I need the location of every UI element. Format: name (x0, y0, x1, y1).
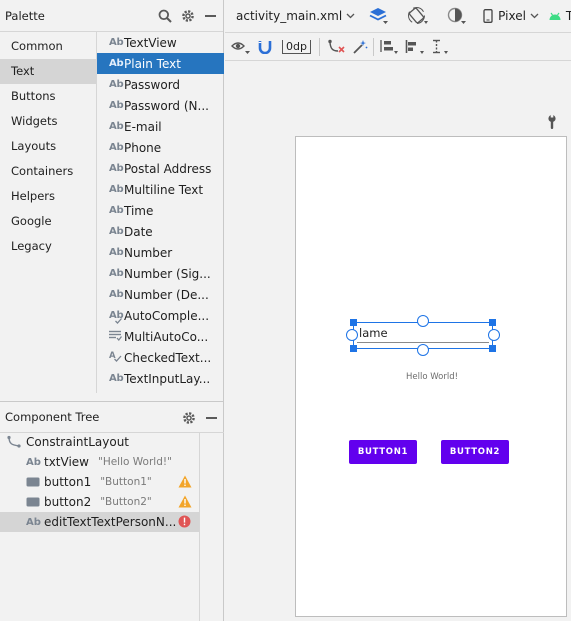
category-layouts[interactable]: Layouts (0, 134, 96, 159)
pack-icon[interactable] (379, 39, 399, 55)
component-tree-header: Component Tree (0, 401, 224, 433)
resize-handle[interactable] (350, 345, 357, 352)
widget-autocomplete[interactable]: Ab AutoComple... (97, 305, 224, 326)
api-level-selector[interactable]: T (548, 9, 571, 23)
widget-plain-text[interactable]: Ab Plain Text (97, 53, 224, 74)
minimize-icon[interactable] (205, 411, 218, 425)
edittext-value: lame (359, 326, 388, 340)
category-widgets[interactable]: Widgets (0, 109, 96, 134)
widget-multiline-text[interactable]: Ab Multiline Text (97, 179, 224, 200)
phone-icon (483, 9, 493, 23)
constraint-anchor[interactable] (346, 329, 358, 341)
constraint-anchor[interactable] (417, 344, 429, 356)
clear-constraints-icon[interactable] (327, 39, 345, 55)
category-legacy[interactable]: Legacy (0, 234, 96, 259)
gear-icon[interactable] (182, 411, 196, 425)
tree-node-txtview[interactable]: Ab txtView "Hello World!" (0, 452, 224, 472)
tree-node-label: ConstraintLayout (26, 435, 130, 449)
widget-phone[interactable]: Ab Phone (97, 137, 224, 158)
tree-node-label: editTextTextPersonN... (44, 515, 177, 529)
widget-time[interactable]: Ab Time (97, 200, 224, 221)
widget-postal-address[interactable]: Ab Postal Address (97, 158, 224, 179)
widget-email[interactable]: Ab E-mail (97, 116, 224, 137)
tree-node-hint: "Button1" (100, 476, 152, 488)
resize-handle[interactable] (489, 319, 496, 326)
left-panel: Palette Common Text Buttons Widgets Layo… (0, 0, 224, 621)
button2-preview[interactable]: BUTTON2 (441, 440, 509, 464)
palette-header: Palette (0, 0, 223, 32)
tree-node-hint: "Hello World!" (98, 456, 172, 468)
tree-node-button1[interactable]: button1 "Button1" (0, 472, 224, 492)
widget-checkedtextview[interactable]: A CheckedText... (97, 347, 224, 368)
tree-node-hint: "Button2" (100, 496, 152, 508)
editor-top-toolbar: activity_main.xml Pixel T (225, 0, 571, 33)
minimize-icon[interactable] (204, 9, 217, 23)
widget-textview[interactable]: Ab TextView (97, 32, 224, 53)
layout-toolbar: 0dp (225, 33, 571, 61)
file-selector[interactable]: activity_main.xml (236, 9, 355, 23)
toolbar-separator (318, 37, 320, 56)
android-icon (549, 12, 561, 20)
gear-icon[interactable] (181, 9, 195, 23)
widget-password-numeric[interactable]: Ab Password (N... (97, 95, 224, 116)
guidelines-icon[interactable] (430, 39, 450, 55)
category-common[interactable]: Common (0, 34, 96, 59)
tree-node-label: txtView (44, 455, 89, 469)
resize-handle[interactable] (489, 345, 496, 352)
wrench-icon[interactable] (545, 114, 559, 130)
widget-number-signed[interactable]: Ab Number (Sig... (97, 263, 224, 284)
baseline (357, 342, 489, 343)
widget-number-decimal[interactable]: Ab Number (De... (97, 284, 224, 305)
design-surface-icon[interactable] (369, 7, 389, 25)
constraint-anchor[interactable] (417, 315, 429, 327)
widget-multiautocomplete[interactable]: MultiAutoCo... (97, 326, 224, 347)
autocomplete-icon: Ab (109, 310, 124, 324)
palette-body: Common Text Buttons Widgets Layouts Cont… (0, 32, 224, 393)
eye-icon[interactable] (231, 40, 251, 54)
night-mode-icon[interactable] (447, 7, 467, 25)
tree-node-constraintlayout[interactable]: ConstraintLayout (0, 432, 224, 452)
button-icon (26, 477, 44, 487)
category-containers[interactable]: Containers (0, 159, 96, 184)
tree-node-button2[interactable]: button2 "Button2" (0, 492, 224, 512)
constraint-anchor[interactable] (488, 329, 500, 341)
orientation-icon[interactable] (407, 7, 429, 25)
tree-node-edittext[interactable]: Ab editTextTextPersonN... (0, 512, 199, 532)
category-buttons[interactable]: Buttons (0, 84, 96, 109)
component-tree-title: Component Tree (5, 410, 100, 424)
resize-handle[interactable] (350, 319, 357, 326)
align-icon[interactable] (405, 39, 425, 55)
constraint-layout-icon (7, 435, 21, 449)
default-margin-field[interactable]: 0dp (282, 39, 311, 54)
category-text[interactable]: Text (0, 59, 96, 84)
widget-password[interactable]: Ab Password (97, 74, 224, 95)
widget-textinputlayout[interactable]: Ab TextInputLay... (97, 368, 224, 389)
button-icon (26, 497, 44, 507)
search-icon[interactable] (158, 9, 172, 23)
edittext-preview[interactable]: lame (346, 315, 500, 356)
error-icon[interactable] (178, 515, 191, 531)
palette-categories: Common Text Buttons Widgets Layouts Cont… (0, 32, 97, 393)
category-google[interactable]: Google (0, 209, 96, 234)
palette-widget-list: Ab TextView Ab Plain Text Ab Password Ab Pas… (97, 32, 224, 393)
hello-world-preview[interactable]: Hello World! (406, 372, 458, 382)
text-widget-icon: Ab (26, 456, 41, 468)
button1-preview[interactable]: BUTTON1 (349, 440, 417, 464)
device-preview[interactable]: lame Hello World! BUTTON1 BUTTON2 (295, 136, 567, 617)
device-selector[interactable]: Pixel (483, 9, 539, 23)
warning-icon[interactable] (178, 475, 192, 491)
widget-number[interactable]: Ab Number (97, 242, 224, 263)
warning-icon[interactable] (178, 495, 192, 511)
text-widget-icon: Ab (26, 516, 41, 528)
infer-constraints-icon[interactable] (352, 39, 368, 55)
category-helpers[interactable]: Helpers (0, 184, 96, 209)
component-tree: ConstraintLayout Ab txtView "Hello World… (0, 432, 224, 621)
tree-node-label: button2 (44, 495, 92, 509)
tree-node-label: button1 (44, 475, 92, 489)
widget-date[interactable]: Ab Date (97, 221, 224, 242)
magnet-icon[interactable] (258, 40, 272, 54)
toolbar-separator (372, 37, 374, 56)
palette-title: Palette (5, 8, 45, 23)
